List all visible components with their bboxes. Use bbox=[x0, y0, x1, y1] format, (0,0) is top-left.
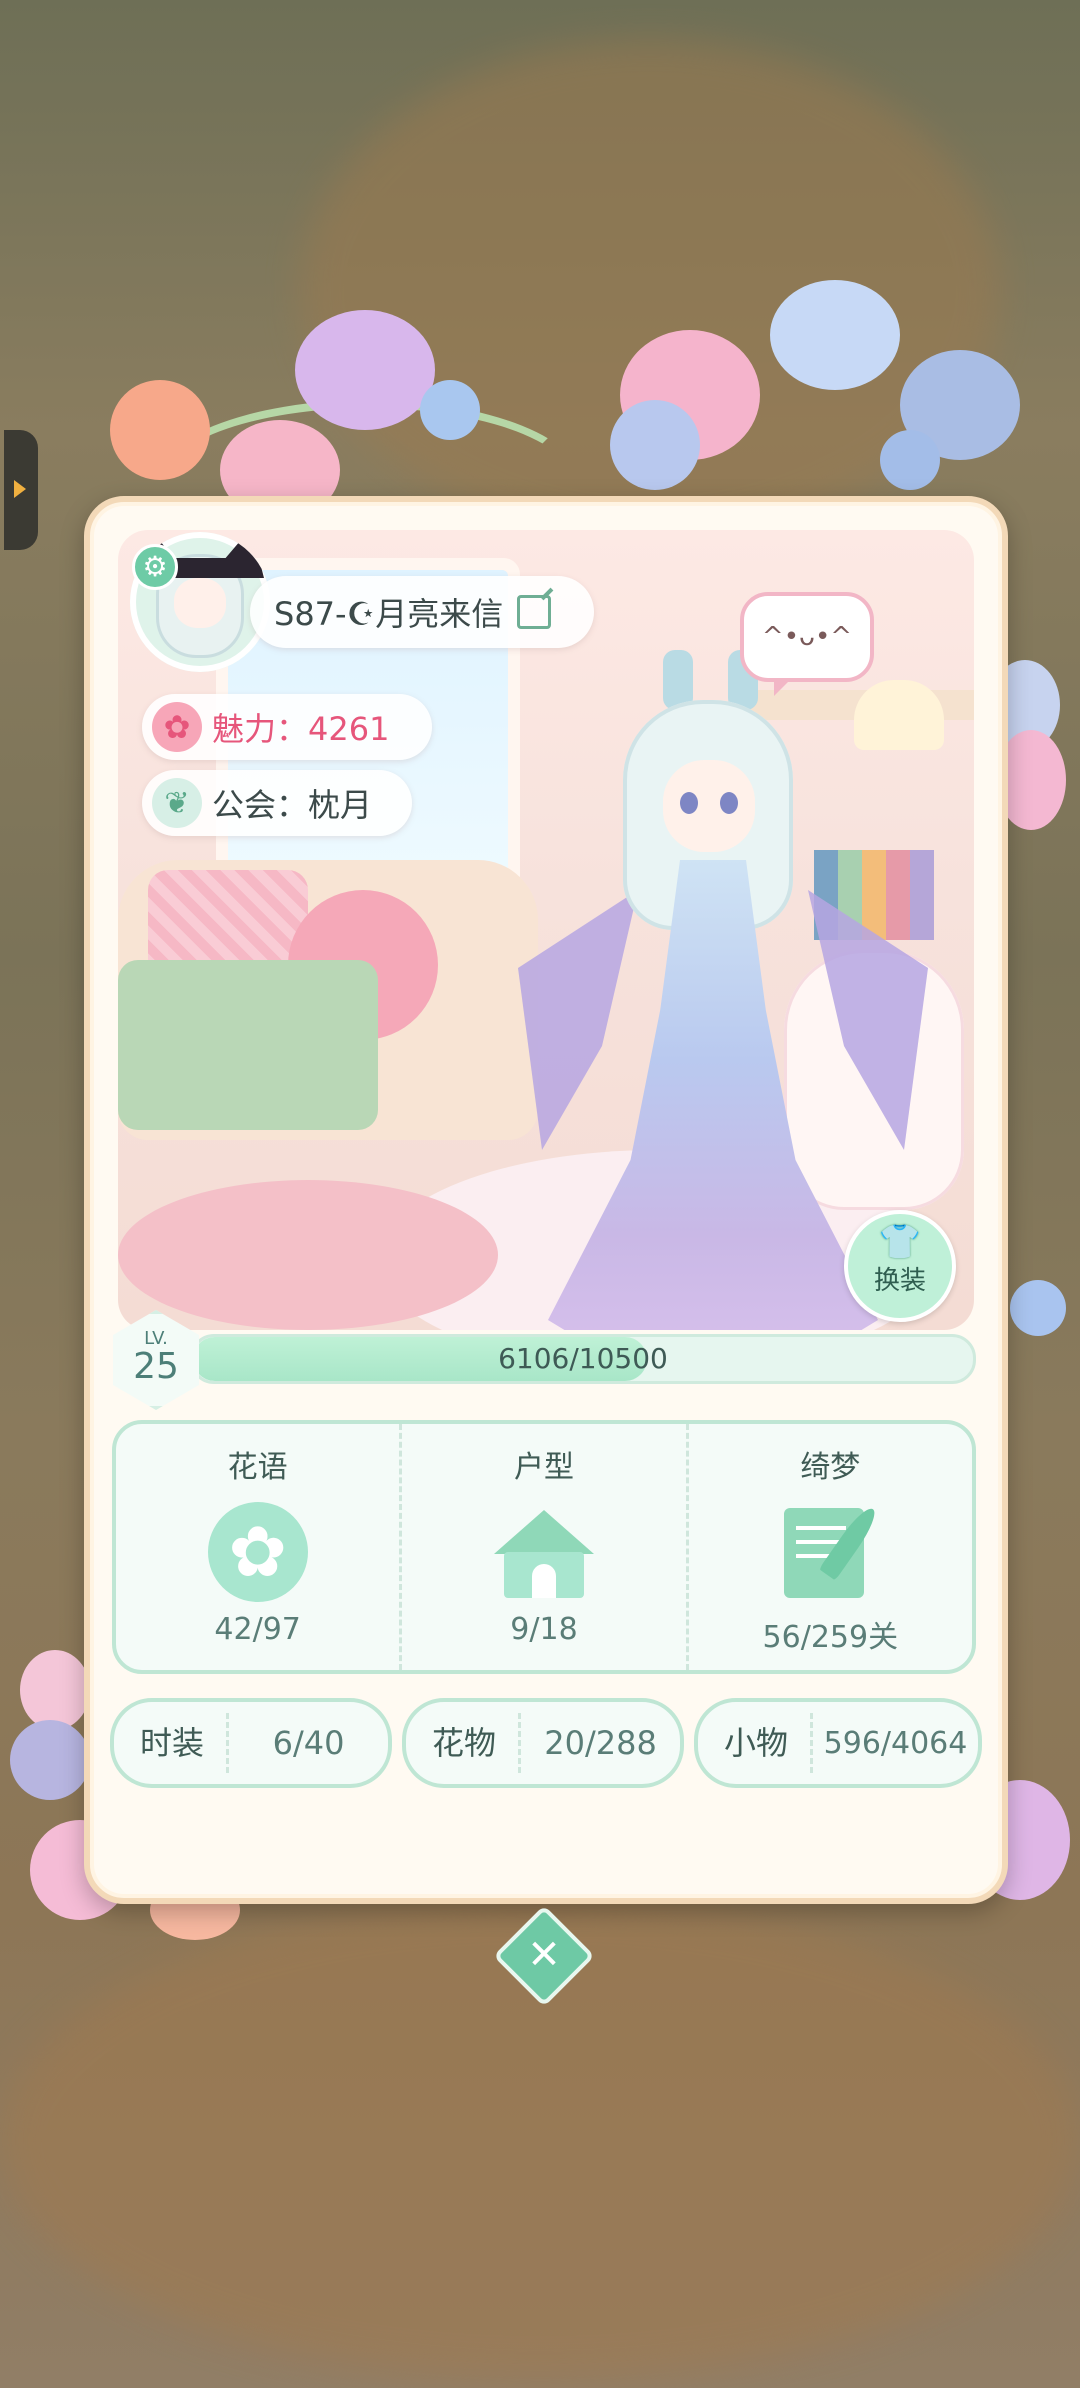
emote-bubble[interactable]: ^•ᴗ•^ bbox=[740, 592, 874, 696]
decor-flower bbox=[20, 1650, 90, 1730]
level-value: 25 bbox=[133, 1346, 179, 1387]
stat-dream[interactable]: 绮梦 56/259关 bbox=[685, 1424, 972, 1670]
profile-card: ^•ᴗ•^ ⚙ S87-☪月亮来信 魅力：4261 公会：枕月 👕 换装 610… bbox=[84, 496, 1008, 1904]
shirt-icon: 👕 bbox=[878, 1222, 922, 1262]
charm-value: 魅力：4261 bbox=[212, 710, 390, 748]
collection-value: 6/40 bbox=[272, 1724, 345, 1762]
collection-outfits[interactable]: 时装 6/40 bbox=[110, 1698, 392, 1788]
decor-flower bbox=[880, 430, 940, 490]
decor-flower bbox=[420, 380, 480, 440]
stat-value: 56/259关 bbox=[762, 1620, 899, 1655]
rose-icon bbox=[152, 702, 202, 752]
stat-flower-language[interactable]: 花语 ✿ 42/97 bbox=[116, 1424, 399, 1670]
close-icon: ✕ bbox=[527, 1932, 561, 1978]
stats-panel: 花语 ✿ 42/97 户型 9/18 绮梦 56/259关 bbox=[112, 1420, 976, 1674]
stat-value: 42/97 bbox=[214, 1612, 301, 1647]
collection-value: 20/288 bbox=[544, 1724, 657, 1762]
collection-title: 花物 bbox=[406, 1713, 522, 1773]
decor-flower bbox=[110, 380, 210, 480]
decor-flower bbox=[610, 400, 700, 490]
side-expand-tab[interactable] bbox=[4, 430, 38, 550]
edit-icon[interactable] bbox=[517, 595, 552, 629]
guild-pill[interactable]: 公会：枕月 bbox=[142, 770, 412, 836]
collection-value: 596/4064 bbox=[823, 1725, 968, 1761]
stat-title: 花语 bbox=[227, 1450, 288, 1485]
stat-value: 9/18 bbox=[510, 1612, 578, 1647]
room-scene: ^•ᴗ•^ ⚙ S87-☪月亮来信 魅力：4261 公会：枕月 👕 换装 bbox=[118, 530, 974, 1330]
collection-items[interactable]: 小物 596/4064 bbox=[694, 1698, 982, 1788]
flower-icon: ✿ bbox=[207, 1502, 308, 1602]
collection-flowers[interactable]: 花物 20/288 bbox=[402, 1698, 684, 1788]
decor-flower bbox=[1010, 1280, 1066, 1336]
change-outfit-button[interactable]: 👕 换装 bbox=[844, 1210, 956, 1322]
letter-quill-icon bbox=[780, 1502, 882, 1602]
emote-text: ^•ᴗ•^ bbox=[761, 622, 853, 652]
exp-text: 6106/10500 bbox=[498, 1342, 668, 1375]
guild-name: 公会：枕月 bbox=[212, 786, 373, 824]
decor-flower bbox=[295, 310, 435, 430]
decor-flower bbox=[10, 1720, 90, 1800]
collection-title: 小物 bbox=[698, 1713, 814, 1773]
guild-icon bbox=[152, 778, 202, 828]
tea-table bbox=[118, 1180, 498, 1330]
charm-pill: 魅力：4261 bbox=[142, 694, 432, 760]
settings-gear-icon[interactable]: ⚙ bbox=[132, 544, 178, 590]
change-outfit-label: 换装 bbox=[873, 1266, 926, 1296]
stat-house-type[interactable]: 户型 9/18 bbox=[399, 1424, 685, 1670]
decor-flower bbox=[770, 280, 900, 390]
house-icon bbox=[493, 1502, 594, 1602]
exp-bar: 6106/10500 bbox=[190, 1334, 976, 1384]
player-name: S87-☪月亮来信 bbox=[274, 595, 504, 633]
stat-title: 户型 bbox=[513, 1450, 574, 1485]
player-name-pill[interactable]: S87-☪月亮来信 bbox=[250, 576, 594, 648]
collection-title: 时装 bbox=[114, 1713, 230, 1773]
stat-title: 绮梦 bbox=[800, 1450, 861, 1485]
